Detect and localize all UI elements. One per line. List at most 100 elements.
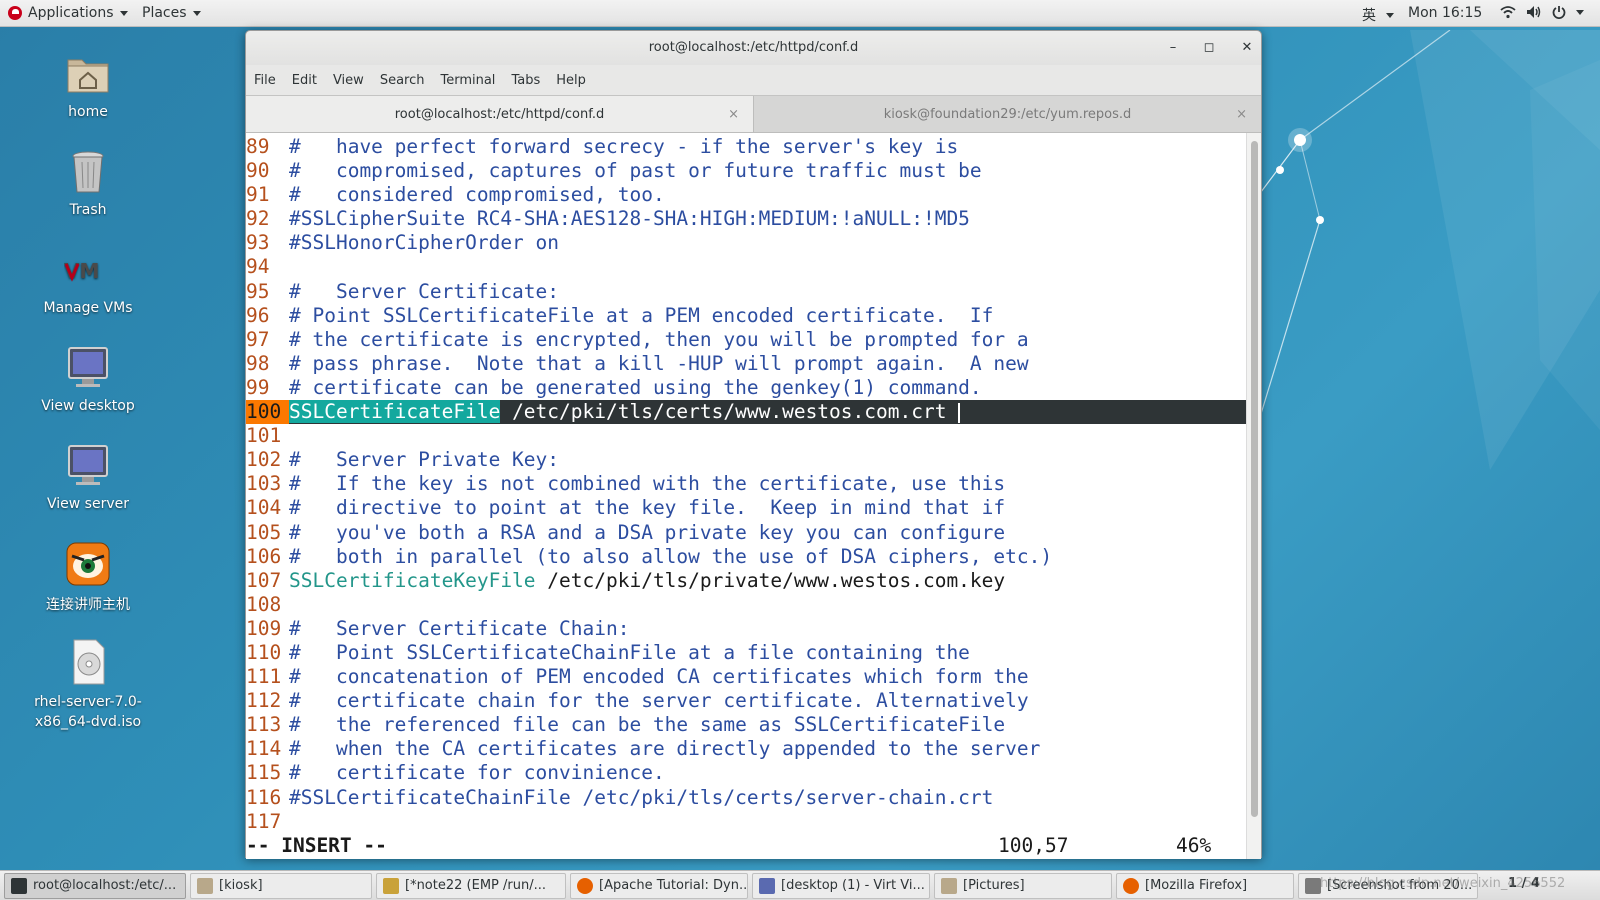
input-method-label: 英 [1362, 8, 1376, 24]
cursor-position: 100,57 [998, 833, 1069, 857]
taskbar-item[interactable]: [desktop (1) - Virt Vi... [752, 872, 930, 899]
window-title: root@localhost:/etc/httpd/conf.d [648, 40, 859, 55]
comment-text: # certificate for convinience. [289, 761, 665, 785]
menu-search[interactable]: Search [380, 73, 425, 88]
code-line: 102 # Server Private Key: [246, 448, 1246, 472]
directive-keyword: SSLCertificateKeyFile [289, 568, 536, 592]
line-number: 107 [246, 568, 282, 592]
tab-root-localhost[interactable]: root@localhost:/etc/httpd/conf.d × [246, 96, 754, 132]
directive-keyword: SSLCertificateFile [289, 400, 501, 424]
comment-text: # the certificate is encrypted, then you… [289, 327, 1029, 351]
line-number: 96 [246, 303, 270, 327]
comment-text: # considered compromised, too. [289, 183, 665, 207]
line-number: 115 [246, 761, 282, 785]
tab-kiosk-foundation[interactable]: kiosk@foundation29:/etc/yum.repos.d × [754, 96, 1261, 132]
tab-close-icon[interactable]: × [1236, 107, 1247, 122]
line-number: 117 [246, 809, 282, 833]
scrollbar-thumb[interactable] [1251, 141, 1258, 817]
line-number: 116 [246, 785, 282, 809]
line-number: 114 [246, 737, 282, 761]
desktop-icon-label: View desktop [41, 398, 135, 414]
line-number: 97 [246, 327, 270, 351]
code-line: 89 # have perfect forward secrecy - if th… [246, 135, 1246, 159]
menu-help[interactable]: Help [556, 73, 586, 88]
taskbar-item[interactable]: [kiosk] [190, 872, 372, 899]
code-line: 117 [246, 810, 1246, 834]
desktop-icon-iso[interactable]: rhel-server-7.0-x86_64-dvd.iso [28, 638, 148, 732]
desktop-icon-manage-vms[interactable]: VM Manage VMs [28, 246, 148, 316]
taskbar-item[interactable]: [Apache Tutorial: Dyn... [570, 872, 748, 899]
code-line: 94 [246, 255, 1246, 279]
line-number: 104 [246, 496, 282, 520]
monitor-icon [759, 877, 775, 894]
line-number: 101 [246, 424, 282, 448]
terminal-content[interactable]: 89 # have perfect forward secrecy - if th… [246, 133, 1246, 859]
screenshot-icon [1305, 877, 1321, 894]
taskbar-item-label: [*note22 (EMP /run/... [405, 878, 546, 893]
taskbar-item[interactable]: [Pictures] [934, 872, 1112, 899]
vim-status-line: -- INSERT -- 100,57 46% [246, 834, 1246, 858]
taskbar-item-label: [Mozilla Firefox] [1145, 878, 1248, 893]
maximize-button[interactable]: ◻ [1200, 39, 1218, 57]
taskbar-item-label: [kiosk] [219, 878, 263, 893]
desktop-icon-view-server[interactable]: View server [28, 442, 148, 512]
menu-terminal[interactable]: Terminal [440, 73, 495, 88]
directive-value: /etc/pki/tls/private/www.westos.com.key [535, 568, 1006, 592]
window-titlebar[interactable]: root@localhost:/etc/httpd/conf.d – ◻ ✕ [246, 31, 1261, 65]
code-line: 103 # If the key is not combined with the… [246, 472, 1246, 496]
monitor-icon [64, 442, 112, 490]
clock[interactable]: Mon 16:15 [1408, 5, 1482, 21]
code-line: 107 SSLCertificateKeyFile /etc/pki/tls/pr… [246, 569, 1246, 593]
watermark: https://blog.csdn.net/weixin_4256552 [1320, 876, 1566, 891]
close-button[interactable]: ✕ [1238, 39, 1256, 57]
desktop-icon-label: Manage VMs [43, 300, 133, 316]
home-folder-icon [64, 50, 112, 98]
menu-view[interactable]: View [333, 73, 364, 88]
code-line: 92 #SSLCipherSuite RC4-SHA:AES128-SHA:HIG… [246, 207, 1246, 231]
trash-icon [64, 148, 112, 196]
applications-menu[interactable]: Applications [8, 5, 128, 21]
taskbar-item-label: root@localhost:/etc/... [33, 878, 177, 893]
top-panel: Applications Places 英 Mon 16:15 [0, 0, 1600, 27]
code-line: 91 # considered compromised, too. [246, 183, 1246, 207]
comment-text: # certificate chain for the server certi… [289, 689, 1029, 713]
desktop-icon-view-desktop[interactable]: View desktop [28, 344, 148, 414]
comment-text: #SSLCertificateChainFile /etc/pki/tls/ce… [289, 785, 994, 809]
places-menu[interactable]: Places [142, 5, 201, 21]
code-line: 108 [246, 593, 1246, 617]
code-line: 104 # directive to point at the key file.… [246, 496, 1246, 520]
current-line: 100 SSLCertificateFile /etc/pki/tls/certs… [246, 400, 1246, 425]
code-line: 101 [246, 424, 1246, 448]
code-line: 115 # certificate for convinience. [246, 761, 1246, 785]
comment-text: # Point SSLCertificateFile at a PEM enco… [289, 303, 994, 327]
menu-edit[interactable]: Edit [292, 73, 317, 88]
desktop-icon-label: Trash [69, 202, 107, 218]
minimize-button[interactable]: – [1164, 39, 1182, 57]
system-menu[interactable] [1500, 5, 1584, 19]
code-line: 113 # the referenced file can be the same… [246, 713, 1246, 737]
comment-text: # Server Certificate: [289, 279, 560, 303]
input-method-menu[interactable]: 英 [1362, 5, 1394, 25]
desktop-icon-remote-host[interactable]: 连接讲师主机 [28, 540, 148, 614]
desktop-icon-label: View server [47, 496, 129, 512]
line-number: 100 [246, 400, 289, 425]
comment-text: #SSLHonorCipherOrder on [289, 231, 560, 255]
taskbar-item[interactable]: [Mozilla Firefox] [1116, 872, 1294, 899]
line-number: 111 [246, 665, 282, 689]
comment-text: # concatenation of PEM encoded CA certif… [289, 665, 1029, 689]
text-cursor [958, 402, 961, 423]
desktop-icon-home[interactable]: home [28, 50, 148, 120]
terminal-scrollbar[interactable] [1246, 133, 1261, 859]
comment-text: # Point SSLCertificateChainFile at a fil… [289, 640, 970, 664]
taskbar-item[interactable]: [*note22 (EMP /run/... [376, 872, 566, 899]
line-number: 109 [246, 616, 282, 640]
taskbar-item[interactable]: root@localhost:/etc/... [4, 872, 186, 899]
terminal-window: root@localhost:/etc/httpd/conf.d – ◻ ✕ F… [245, 30, 1262, 859]
applications-label: Applications [28, 5, 114, 21]
tab-close-icon[interactable]: × [728, 107, 739, 122]
menu-file[interactable]: File [254, 73, 276, 88]
line-number: 90 [246, 159, 270, 183]
desktop-icon-trash[interactable]: Trash [28, 148, 148, 218]
menu-tabs[interactable]: Tabs [511, 73, 540, 88]
clock-label: Mon 16:15 [1408, 5, 1483, 21]
